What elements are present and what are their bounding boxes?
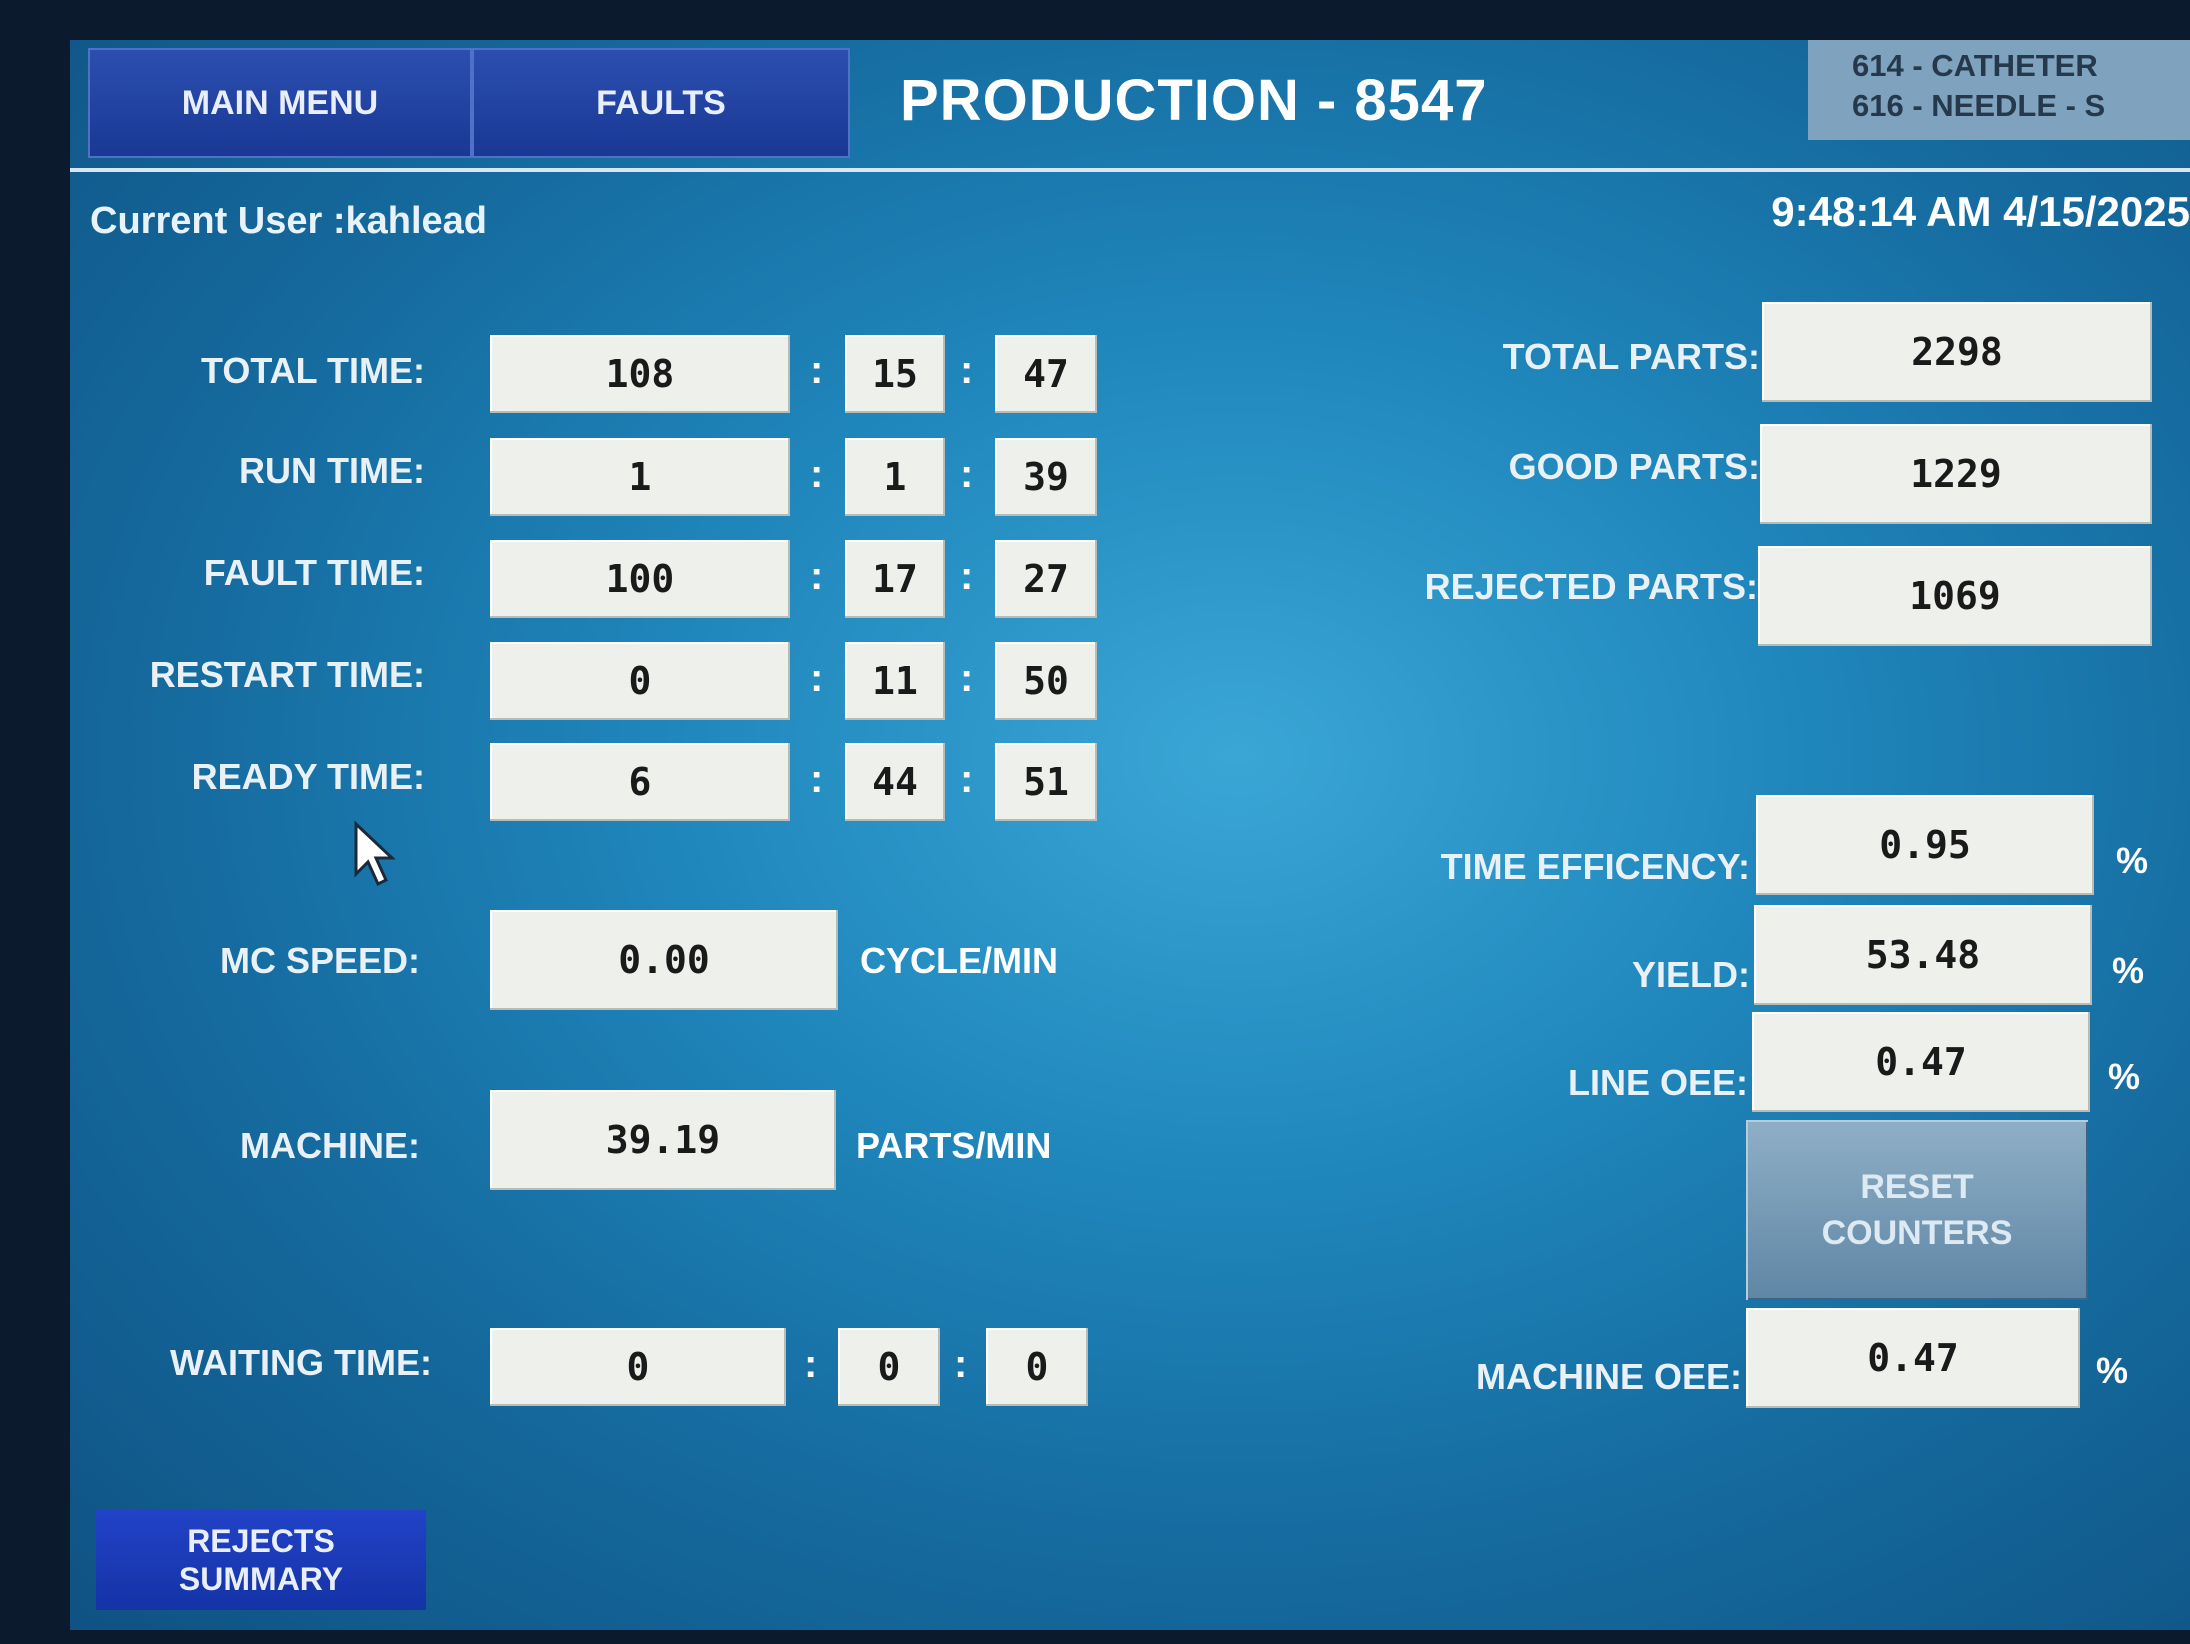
faults-button[interactable]: FAULTS <box>472 48 850 158</box>
time-efficiency-label: TIME EFFICENCY: <box>1440 846 1750 887</box>
waiting-time-minutes: 0 <box>838 1328 940 1406</box>
colon: : <box>960 554 974 598</box>
run-time-minutes: 1 <box>845 438 945 516</box>
time-efficiency-value: 0.95 <box>1756 795 2094 895</box>
mouse-pointer-icon <box>354 820 396 887</box>
colon: : <box>954 1342 968 1386</box>
recipe-display: 614 - CATHETER 616 - NEEDLE - S <box>1808 40 2190 140</box>
colon: : <box>810 656 824 700</box>
colon: : <box>810 554 824 598</box>
mc-speed-label: MC SPEED: <box>219 940 420 981</box>
colon: : <box>810 757 824 801</box>
rejects-summary-line-2: SUMMARY <box>178 1561 344 1597</box>
current-user: Current User :kahlead <box>90 200 488 242</box>
yield-label: YIELD: <box>1631 954 1750 995</box>
fault-time-minutes: 17 <box>845 540 945 618</box>
mc-speed-value: 0.00 <box>490 910 838 1010</box>
rejected-parts-label: REJECTED PARTS: <box>1424 566 1758 607</box>
total-time-seconds: 47 <box>995 335 1097 413</box>
colon: : <box>960 656 974 700</box>
colon: : <box>810 348 824 392</box>
recipe-line-1: 614 - CATHETER <box>1852 48 2098 83</box>
rejected-parts-value: 1069 <box>1758 546 2152 646</box>
total-time-hours: 108 <box>490 335 790 413</box>
colon: : <box>810 452 824 496</box>
waiting-time-label: WAITING TIME: <box>170 1342 432 1383</box>
restart-time-label: RESTART TIME: <box>149 654 425 695</box>
machine-value: 39.19 <box>490 1090 836 1190</box>
colon: : <box>960 348 974 392</box>
good-parts-value: 1229 <box>1760 424 2152 524</box>
yield-value: 53.48 <box>1754 905 2092 1005</box>
total-parts-label: TOTAL PARTS: <box>1502 336 1760 377</box>
line-oee-label: LINE OEE: <box>1567 1062 1748 1103</box>
restart-time-hours: 0 <box>490 642 790 720</box>
percent-sign: % <box>2112 950 2145 991</box>
colon: : <box>960 452 974 496</box>
reset-counters-line-1: RESET <box>1860 1168 1974 1206</box>
main-menu-button[interactable]: MAIN MENU <box>88 48 472 158</box>
restart-time-seconds: 50 <box>995 642 1097 720</box>
waiting-time-hours: 0 <box>490 1328 786 1406</box>
line-oee-value: 0.47 <box>1752 1012 2090 1112</box>
percent-sign: % <box>2108 1056 2141 1097</box>
machine-oee-label: MACHINE OEE: <box>1475 1356 1742 1397</box>
total-parts-value: 2298 <box>1762 302 2152 402</box>
machine-oee-value: 0.47 <box>1746 1308 2080 1408</box>
machine-unit: PARTS/MIN <box>856 1125 1052 1166</box>
colon: : <box>960 757 974 801</box>
total-time-minutes: 15 <box>845 335 945 413</box>
reset-counters-button[interactable]: RESET COUNTERS <box>1746 1120 2088 1300</box>
rejects-summary-button[interactable]: REJECTS SUMMARY <box>96 1510 426 1610</box>
percent-sign: % <box>2116 840 2149 881</box>
rejects-summary-line-1: REJECTS <box>187 1523 335 1559</box>
run-time-seconds: 39 <box>995 438 1097 516</box>
mc-speed-unit: CYCLE/MIN <box>860 940 1058 981</box>
header-divider <box>70 168 2190 172</box>
run-time-label: RUN TIME: <box>239 450 425 491</box>
recipe-line-2: 616 - NEEDLE - S <box>1852 88 2106 123</box>
ready-time-minutes: 44 <box>845 743 945 821</box>
page-title: PRODUCTION - 8547 <box>900 67 1488 133</box>
reset-counters-line-2: COUNTERS <box>1821 1214 2013 1252</box>
ready-time-hours: 6 <box>490 743 790 821</box>
fault-time-hours: 100 <box>490 540 790 618</box>
colon: : <box>804 1342 818 1386</box>
fault-time-label: FAULT TIME: <box>203 552 425 593</box>
ready-time-label: READY TIME: <box>191 756 425 797</box>
datetime-display: 9:48:14 AM 4/15/2025 <box>1771 188 2190 235</box>
run-time-hours: 1 <box>490 438 790 516</box>
hmi-screen: MAIN MENU FAULTS PRODUCTION - 8547 614 -… <box>70 40 2190 1630</box>
total-time-label: TOTAL TIME: <box>201 350 425 391</box>
restart-time-minutes: 11 <box>845 642 945 720</box>
percent-sign: % <box>2096 1350 2129 1391</box>
machine-label: MACHINE: <box>240 1125 420 1166</box>
ready-time-seconds: 51 <box>995 743 1097 821</box>
good-parts-label: GOOD PARTS: <box>1508 446 1760 487</box>
